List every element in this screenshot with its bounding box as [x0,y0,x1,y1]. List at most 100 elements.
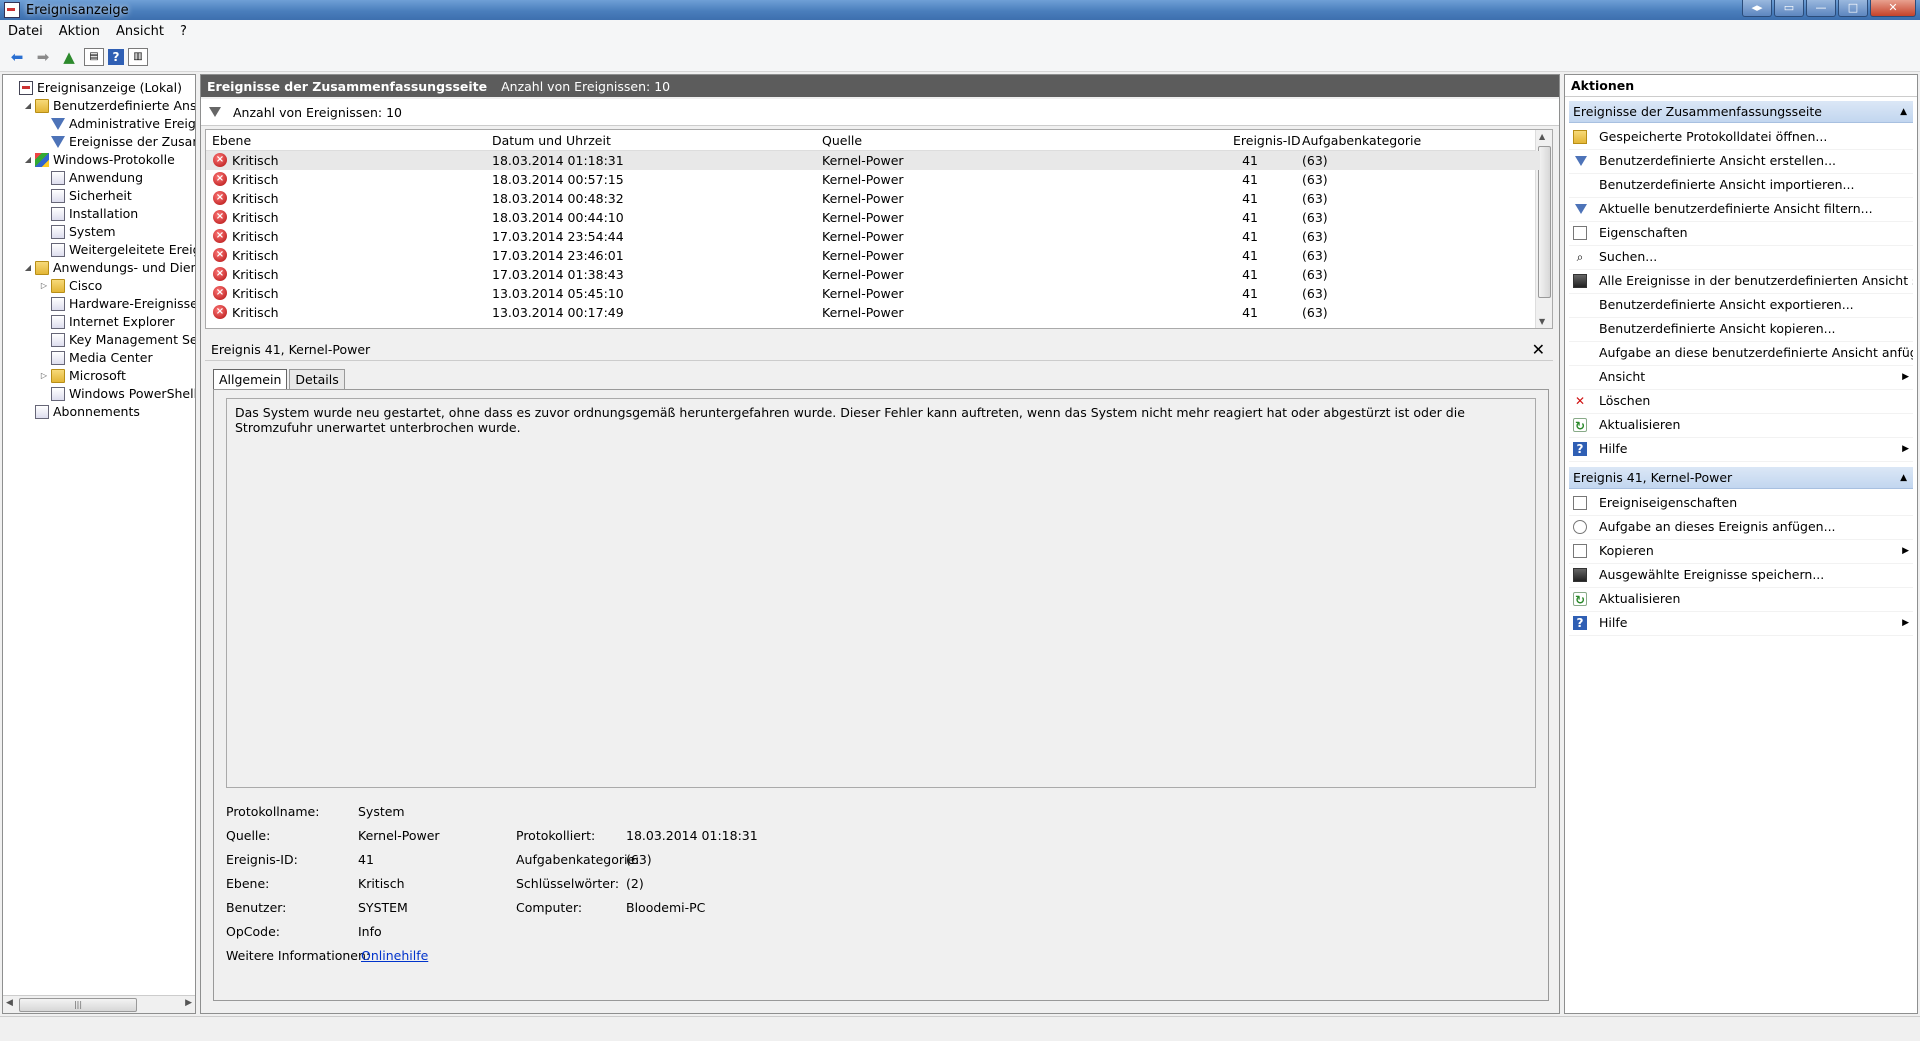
tree-node[interactable]: Hardware-Ereignisse [39,295,195,313]
col-quelle[interactable]: Quelle [822,133,862,148]
action-item[interactable]: ✕ Löschen [1569,389,1913,414]
table-row[interactable]: × Kritisch 17.03.2014 01:38:43 Kernel-Power… [206,265,1540,284]
menu-help[interactable]: ? [172,24,195,39]
action-item[interactable]: Benutzerdefinierte Ansicht erstellen... [1569,149,1913,174]
tree-node[interactable]: Installation [39,205,138,223]
forward-arrow-icon[interactable]: ➡ [32,46,54,68]
action-item[interactable]: Aufgabe an dieses Ereignis anfügen... [1569,515,1913,540]
help-icon[interactable]: ? [108,48,124,65]
restore-left-icon[interactable]: ◂▸ [1742,0,1772,17]
tab-details[interactable]: Details [289,369,345,391]
table-row[interactable]: × Kritisch 17.03.2014 23:54:44 Kernel-Power… [206,227,1540,246]
table-row[interactable]: × Kritisch 17.03.2014 23:46:01 Kernel-Power… [206,246,1540,265]
action-item[interactable]: ↻ Aktualisieren [1569,413,1913,438]
detail-header: Ereignis 41, Kernel-Power ✕ [205,339,1553,361]
critical-error-icon: × [213,191,227,205]
action-item[interactable]: ⌕ Suchen... [1569,245,1913,270]
action-item[interactable]: Benutzerdefinierte Ansicht kopieren... [1569,317,1913,342]
tree-node[interactable]: ▷ Cisco [39,277,102,295]
expand-arrow-icon[interactable]: ▷ [39,367,49,385]
table-row[interactable]: × Kritisch 18.03.2014 00:48:32 Kernel-Power… [206,189,1540,208]
action-item[interactable]: Ansicht ▶ [1569,365,1913,390]
maximize-button[interactable]: □ [1838,0,1868,17]
snap-icon[interactable]: ▭ [1774,0,1804,17]
menu-datei[interactable]: Datei [0,24,51,39]
tree-node[interactable]: ◢ Anwendungs- und Dienstprotokolle [23,259,195,277]
cell-date: 18.03.2014 00:57:15 [492,172,624,187]
log-icon [51,333,65,347]
menu-aktion[interactable]: Aktion [51,24,108,39]
tree-node[interactable]: Windows PowerShell [39,385,195,403]
close-detail-icon[interactable]: ✕ [1532,340,1545,359]
menu-ansicht[interactable]: Ansicht [108,24,172,39]
expand-arrow-icon[interactable]: ◢ [23,97,33,115]
expand-arrow-icon[interactable]: ◢ [23,259,33,277]
actions-section-event[interactable]: Ereignis 41, Kernel-Power ▲ [1569,467,1913,489]
action-item[interactable]: Ausgewählte Ereignisse speichern... [1569,563,1913,588]
action-item[interactable]: Alle Ereignisse in der benutzerdefiniert… [1569,269,1913,294]
action-item[interactable]: Gespeicherte Protokolldatei öffnen... [1569,125,1913,150]
online-help-link[interactable]: Onlinehilfe [361,948,428,963]
cell-category: (63) [1302,229,1328,244]
show-hide-tree-icon[interactable]: ▤ [84,47,104,66]
expand-arrow-icon[interactable]: ◢ [23,151,33,169]
filter-icon [209,107,221,117]
minimize-button[interactable]: — [1806,0,1836,17]
tree-node[interactable]: Ereignisse der Zusammenfassungsseite [39,133,195,151]
col-ereignis-id[interactable]: Ereignis-ID [1233,133,1301,148]
tree-node[interactable]: System [39,223,116,241]
action-item[interactable]: Benutzerdefinierte Ansicht importieren..… [1569,173,1913,198]
action-item[interactable]: Aufgabe an diese benutzerdefinierte Ansi… [1569,341,1913,366]
tree-node[interactable]: ◢ Windows-Protokolle [23,151,175,169]
action-item[interactable]: ? Hilfe ▶ [1569,437,1913,462]
tree-node[interactable]: Anwendung [39,169,143,187]
col-ebene[interactable]: Ebene [212,133,251,148]
table-row[interactable]: × Kritisch 13.03.2014 05:45:10 Kernel-Power… [206,284,1540,303]
table-row[interactable]: × Kritisch 18.03.2014 01:18:31 Kernel-Power… [206,151,1540,170]
tree-node[interactable]: Sicherheit [39,187,132,205]
table-row[interactable]: × Kritisch 18.03.2014 00:57:15 Kernel-Power… [206,170,1540,189]
actions-section-summary[interactable]: Ereignisse der Zusammenfassungsseite ▲ [1569,101,1913,123]
tree-node[interactable]: ◢ Benutzerdefinierte Ansichten [23,97,195,115]
tree-node[interactable]: Media Center [39,349,153,367]
tree-node[interactable]: Abonnements [23,403,140,421]
action-item[interactable]: Benutzerdefinierte Ansicht exportieren..… [1569,293,1913,318]
tree-scroll-thumb[interactable]: ||| [19,998,137,1012]
tree-node[interactable]: Internet Explorer [39,313,175,331]
tree-node[interactable]: Administrative Ereignisse [39,115,195,133]
cell-source: Kernel-Power [822,191,904,206]
actions-pane: Aktionen Ereignisse der Zusammenfassungs… [1564,74,1918,1014]
col-aufgabenkategorie[interactable]: Aufgabenkategorie [1302,133,1421,148]
scroll-right-icon[interactable]: ▶ [185,998,192,1008]
action-label: Ansicht [1599,369,1646,384]
table-row[interactable]: × Kritisch 18.03.2014 00:44:10 Kernel-Power… [206,208,1540,227]
action-item[interactable]: ↻ Aktualisieren [1569,587,1913,612]
collapse-icon[interactable]: ▲ [1900,101,1907,123]
event-description[interactable]: Das System wurde neu gestartet, ohne das… [226,398,1536,788]
expand-arrow-icon[interactable]: ▷ [39,277,49,295]
scroll-left-icon[interactable]: ◀ [6,998,13,1008]
table-row[interactable]: × Kritisch 13.03.2014 00:17:49 Kernel-Power… [206,303,1540,322]
tree-node[interactable]: Ereignisanzeige (Lokal) [7,79,182,97]
action-item[interactable]: Ereigniseigenschaften [1569,491,1913,516]
collapse-icon[interactable]: ▲ [1900,467,1907,489]
up-folder-icon[interactable]: ▲ [58,46,80,68]
action-item[interactable]: Kopieren ▶ [1569,539,1913,564]
tab-allgemein[interactable]: Allgemein [213,369,288,391]
show-hide-actions-icon[interactable]: ▥ [128,47,148,66]
delete-icon: ✕ [1574,394,1586,408]
tree-node[interactable]: Key Management Service [39,331,195,349]
tree-horizontal-scrollbar[interactable]: ◀ ||| ▶ [3,995,195,1013]
action-item[interactable]: Eigenschaften [1569,221,1913,246]
back-arrow-icon[interactable]: ⬅ [6,46,28,68]
critical-error-icon: × [213,267,227,281]
tree-node[interactable]: ▷ Microsoft [39,367,126,385]
action-item[interactable]: ? Hilfe ▶ [1569,611,1913,636]
save-icon [1573,274,1587,288]
col-datum[interactable]: Datum und Uhrzeit [492,133,611,148]
scroll-up-icon[interactable]: ▲ [1539,132,1545,141]
action-item[interactable]: Aktuelle benutzerdefinierte Ansicht filt… [1569,197,1913,222]
tree-node[interactable]: Weitergeleitete Ereignisse [39,241,195,259]
cell-level: Kritisch [232,267,279,282]
close-button[interactable]: ✕ [1870,0,1916,17]
